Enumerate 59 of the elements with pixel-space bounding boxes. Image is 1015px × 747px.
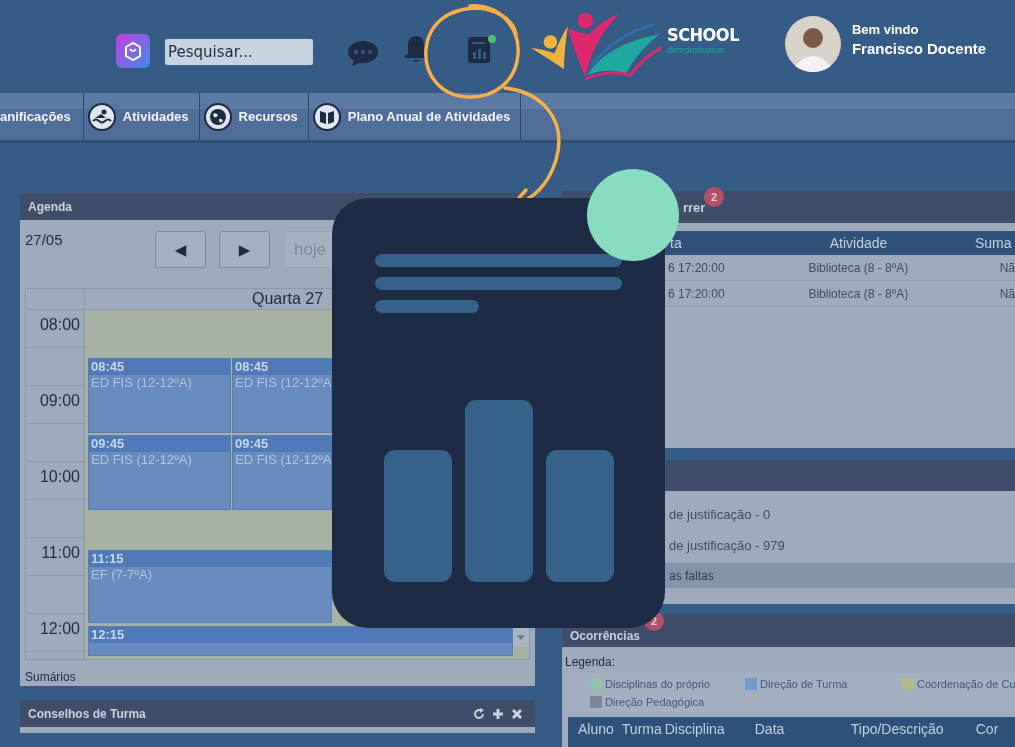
table-cell: Biblioteca (8 - 8ºA) [808,286,909,301]
column-header: ta [670,235,682,251]
column-header: Cor [974,721,999,737]
calendar-event[interactable]: 09:45 ED FIS (12-12ºA [232,435,332,510]
table-cell: Nã [999,260,1015,275]
absence-line: de justificação - 0 [669,507,771,524]
calendar-event[interactable]: 12:15 [88,626,513,656]
table-cell: Nã [999,286,1015,301]
time-label: 12:00 [39,620,80,637]
event-time: 08:45 [233,359,331,375]
column-header: Turma [620,721,662,737]
column-header: Disciplina [663,721,726,737]
absences-link[interactable]: as faltas [669,568,714,583]
event-title: EF (7-7ºA) [90,567,154,583]
table-cell: 6 17:20:00 [668,260,725,275]
previous-button[interactable]: ◀ [155,231,206,268]
legend-label: Direção Pedagógica [605,695,705,708]
event-title: ED FIS (12-12ºA [234,375,331,391]
date-label: 27/05 [25,231,64,248]
panel-title: Conselhos de Turma [28,706,146,721]
event-title: ED FIS (12-12ºA [234,452,331,468]
logo-name: SCHOOL [667,24,739,45]
table-cell: 6 17:20:00 [668,286,725,301]
calendar-event[interactable]: 09:45 ED FIS (12-12ºA) [88,435,231,510]
table-cell: Biblioteca (8 - 8ºA) [808,260,909,275]
column-header: Aluno [577,721,614,737]
legend-label: Disciplinas do próprio [605,678,711,690]
day-header: Quarta 27 [252,289,324,309]
event-time: 11:15 [89,551,331,567]
panel-title: Agenda [28,199,72,214]
legend-title: Legenda: [565,655,617,669]
time-label: 08:00 [39,316,80,333]
legend-label: Direção de Turma [760,678,848,690]
event-time: 08:45 [89,359,230,375]
event-title: ED FIS (12-12ºA) [90,452,193,468]
panel-title: rrer [683,199,706,215]
column-header: Suma [975,235,1012,251]
legend-label: Coordenação de Cu [917,678,1015,690]
panel-title: Ocorrências [570,629,641,643]
user-name: Francisco Docente [851,38,987,59]
column-header: Data [754,721,786,737]
event-time: 09:45 [89,436,230,452]
absence-line: de justificação - 979 [669,538,785,555]
search-field[interactable]: Pesquisar... [165,38,313,65]
calendar-event[interactable]: 08:45 ED FIS (12-12ºA) [88,358,231,433]
column-header: Tipo/Descrição [850,721,945,737]
event-time: 09:45 [233,436,331,452]
time-label: 11:00 [41,544,80,561]
column-header: Atividade [829,235,888,251]
summaries-label[interactable]: Sumários [25,660,530,684]
logo-tagline: demonstration [667,44,726,55]
event-title: ED FIS (12-12ºA) [90,375,193,391]
next-button[interactable]: ▶ [219,231,270,268]
calendar-event[interactable]: 11:15 EF (7-7ºA) [88,550,332,623]
welcome-text: Bem vindo [851,20,920,39]
calendar-event[interactable]: 08:45 ED FIS (12-12ºA [232,358,332,433]
time-label: 10:00 [39,468,80,485]
time-label: 09:00 [39,392,80,409]
count-badge: 2 [704,187,724,207]
